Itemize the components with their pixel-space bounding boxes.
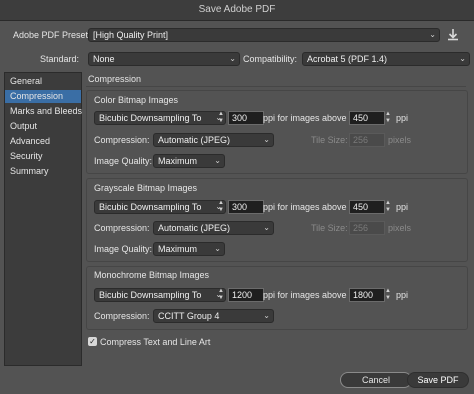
- color-quality-label: Image Quality:: [94, 156, 153, 166]
- chevron-updown-icon: ⌄: [214, 244, 221, 253]
- download-icon[interactable]: [445, 27, 461, 43]
- color-ppi-for-label: ppi for images above: [263, 113, 347, 123]
- mono-downsample-value: Bicubic Downsampling To: [99, 290, 202, 300]
- mono-ppi-input[interactable]: 1200: [228, 288, 264, 302]
- color-downsample-value: Bicubic Downsampling To: [99, 113, 202, 123]
- mono-group-title: Monochrome Bitmap Images: [94, 270, 210, 280]
- section-title: Compression: [88, 74, 142, 84]
- color-compression-label: Compression:: [94, 135, 150, 145]
- preset-dropdown[interactable]: [High Quality Print] ⌄: [88, 28, 440, 42]
- stepper-down-icon[interactable]: ▼: [216, 295, 226, 302]
- stepper-down-icon[interactable]: ▼: [383, 295, 393, 302]
- gray-downsample-dropdown[interactable]: Bicubic Downsampling To ⌄: [94, 200, 226, 214]
- gray-pixels-label: pixels: [388, 223, 412, 233]
- chevron-updown-icon: ⌄: [263, 223, 270, 232]
- gray-downsample-value: Bicubic Downsampling To: [99, 202, 202, 212]
- sidebar-item-marks-and-bleeds[interactable]: Marks and Bleeds: [10, 105, 82, 118]
- mono-ppi-unit: ppi: [396, 290, 409, 300]
- color-compression-dropdown[interactable]: Automatic (JPEG) ⌄: [153, 133, 274, 147]
- window-title: Save Adobe PDF: [0, 0, 474, 21]
- mono-above-input[interactable]: 1800: [349, 288, 385, 302]
- sidebar-item-security[interactable]: Security: [10, 150, 43, 163]
- stepper-up-icon[interactable]: ▲: [216, 111, 226, 118]
- color-above-stepper[interactable]: ▲ ▼: [383, 111, 393, 125]
- gray-compression-value: Automatic (JPEG): [158, 223, 231, 233]
- stepper-down-icon[interactable]: ▼: [383, 207, 393, 214]
- color-pixels-label: pixels: [388, 135, 412, 145]
- standard-dropdown[interactable]: None ⌄: [88, 52, 240, 66]
- color-group-title: Color Bitmap Images: [94, 95, 179, 105]
- sidebar: General Compression Marks and Bleeds Out…: [4, 72, 82, 366]
- stepper-up-icon[interactable]: ▲: [383, 288, 393, 295]
- color-ppi-stepper[interactable]: ▲ ▼: [216, 111, 226, 125]
- chevron-updown-icon: ⌄: [459, 54, 466, 63]
- sidebar-item-summary[interactable]: Summary: [10, 165, 49, 178]
- chevron-updown-icon: ⌄: [429, 30, 436, 39]
- gray-quality-label: Image Quality:: [94, 244, 153, 254]
- stepper-down-icon[interactable]: ▼: [216, 207, 226, 214]
- gray-compression-label: Compression:: [94, 223, 150, 233]
- gray-compression-dropdown[interactable]: Automatic (JPEG) ⌄: [153, 221, 274, 235]
- color-tile-label: Tile Size:: [311, 135, 348, 145]
- sidebar-item-general[interactable]: General: [10, 75, 42, 88]
- mono-above-stepper[interactable]: ▲ ▼: [383, 288, 393, 302]
- stepper-up-icon[interactable]: ▲: [383, 200, 393, 207]
- gray-above-stepper[interactable]: ▲ ▼: [383, 200, 393, 214]
- chevron-updown-icon: ⌄: [214, 156, 221, 165]
- stepper-up-icon[interactable]: ▲: [216, 200, 226, 207]
- gray-above-input[interactable]: 450: [349, 200, 385, 214]
- gray-group-title: Grayscale Bitmap Images: [94, 183, 198, 193]
- mono-downsample-dropdown[interactable]: Bicubic Downsampling To ⌄: [94, 288, 226, 302]
- mono-compression-dropdown[interactable]: CCITT Group 4 ⌄: [153, 309, 274, 323]
- gray-ppi-input[interactable]: 300: [228, 200, 264, 214]
- cancel-button[interactable]: Cancel: [340, 372, 412, 388]
- compatibility-label: Compatibility:: [243, 54, 298, 64]
- gray-ppi-for-label: ppi for images above: [263, 202, 347, 212]
- color-downsample-dropdown[interactable]: Bicubic Downsampling To ⌄: [94, 111, 226, 125]
- gray-ppi-unit: ppi: [396, 202, 409, 212]
- color-above-input[interactable]: 450: [349, 111, 385, 125]
- color-ppi-unit: ppi: [396, 113, 409, 123]
- compatibility-value: Acrobat 5 (PDF 1.4): [307, 54, 388, 64]
- gray-tile-label: Tile Size:: [311, 223, 348, 233]
- mono-compression-value: CCITT Group 4: [158, 311, 220, 321]
- gray-quality-dropdown[interactable]: Maximum ⌄: [153, 242, 225, 256]
- compress-text-label: Compress Text and Line Art: [100, 337, 211, 347]
- chevron-updown-icon: ⌄: [229, 54, 236, 63]
- color-tile-input: 256: [349, 133, 385, 147]
- chevron-updown-icon: ⌄: [263, 135, 270, 144]
- save-pdf-button[interactable]: Save PDF: [407, 372, 469, 388]
- stepper-down-icon[interactable]: ▼: [216, 118, 226, 125]
- sidebar-item-advanced[interactable]: Advanced: [10, 135, 50, 148]
- mono-ppi-for-label: ppi for images above: [263, 290, 347, 300]
- compatibility-dropdown[interactable]: Acrobat 5 (PDF 1.4) ⌄: [302, 52, 470, 66]
- section-divider: [86, 86, 466, 87]
- stepper-down-icon[interactable]: ▼: [383, 118, 393, 125]
- mono-compression-label: Compression:: [94, 311, 150, 321]
- color-ppi-input[interactable]: 300: [228, 111, 264, 125]
- checkmark-icon: ✓: [89, 337, 96, 346]
- stepper-up-icon[interactable]: ▲: [383, 111, 393, 118]
- sidebar-item-output[interactable]: Output: [10, 120, 37, 133]
- standard-value: None: [93, 54, 115, 64]
- standard-label: Standard:: [40, 54, 80, 64]
- color-quality-value: Maximum: [158, 156, 198, 166]
- chevron-updown-icon: ⌄: [263, 311, 270, 320]
- sidebar-item-compression[interactable]: Compression: [10, 90, 63, 103]
- gray-quality-value: Maximum: [158, 244, 198, 254]
- color-compression-value: Automatic (JPEG): [158, 135, 231, 145]
- stepper-up-icon[interactable]: ▲: [216, 288, 226, 295]
- compress-text-checkbox[interactable]: ✓: [88, 337, 97, 346]
- gray-ppi-stepper[interactable]: ▲ ▼: [216, 200, 226, 214]
- color-quality-dropdown[interactable]: Maximum ⌄: [153, 154, 225, 168]
- mono-ppi-stepper[interactable]: ▲ ▼: [216, 288, 226, 302]
- preset-label: Adobe PDF Preset:: [13, 30, 91, 40]
- preset-value: [High Quality Print]: [93, 30, 169, 40]
- gray-tile-input: 256: [349, 221, 385, 235]
